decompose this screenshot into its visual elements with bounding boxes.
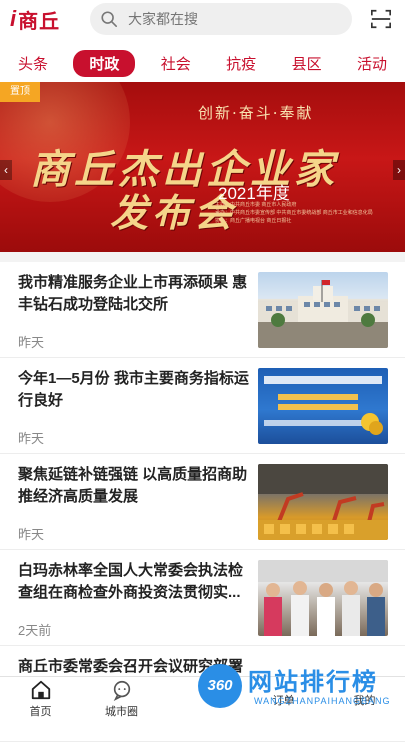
news-title: 我市精准服务企业上市再添硕果 惠丰钻石成功登陆北交所 — [18, 274, 248, 313]
app-logo[interactable]: i 商丘 — [10, 6, 61, 33]
search-icon — [101, 11, 118, 28]
tab-society[interactable]: 社会 — [151, 50, 201, 77]
chevron-right-icon[interactable]: › — [393, 160, 405, 180]
news-title: 今年1—5月份 我市主要商务指标运行良好 — [18, 370, 249, 409]
building-photo — [258, 280, 388, 348]
factory-robot-photo — [258, 464, 388, 540]
blue-report-graphic — [264, 376, 383, 435]
nav-home[interactable]: 首页 — [0, 677, 81, 721]
news-item[interactable]: 今年1—5月份 我市主要商务指标运行良好 昨天 — [0, 358, 405, 454]
scan-icon[interactable] — [370, 8, 392, 30]
home-icon — [31, 680, 50, 700]
tab-events[interactable]: 活动 — [347, 50, 397, 77]
banner-org-line: 承办：中共商丘市委宣传部 中共商丘市委统战部 商丘市工业和信息化局 — [215, 210, 373, 216]
nav-city-circle-label: 城市圈 — [105, 706, 138, 718]
chat-icon — [113, 680, 130, 701]
nav-city-circle[interactable]: 城市圈 — [81, 677, 162, 721]
banner-org-line: 主办：中共商丘市委 商丘市人民政府 — [215, 202, 297, 208]
news-thumbnail — [258, 560, 388, 636]
news-item[interactable]: 聚焦延链补链强链 以高质量招商助推经济高质量发展 昨天 — [0, 454, 405, 550]
inspection-group-photo — [258, 560, 388, 636]
news-time: 昨天 — [18, 527, 45, 542]
news-time: 昨天 — [18, 431, 45, 446]
watermark: 360 网站排行榜 WANGZHANPAIHANGBANG — [198, 660, 405, 716]
tab-headlines[interactable]: 头条 — [8, 50, 58, 77]
banner-org-line: 协办：商丘广播电视台 商丘日报社 — [215, 218, 292, 224]
banner-organizers: 主办：中共商丘市委 商丘市人民政府 承办：中共商丘市委宣传部 中共商丘市委统战部… — [215, 201, 395, 225]
tab-counties[interactable]: 县区 — [282, 50, 332, 77]
news-item[interactable]: 我市精准服务企业上市再添硕果 惠丰钻石成功登陆北交所 昨天 — [0, 262, 405, 358]
tab-anti-epidemic[interactable]: 抗疫 — [216, 50, 266, 77]
pinned-ribbon: 置顶 — [0, 82, 40, 102]
watermark-url: WANGZHANPAIHANGBANG — [254, 696, 391, 706]
search-bar[interactable] — [90, 3, 352, 35]
news-time: 2天前 — [18, 623, 52, 638]
news-title: 聚焦延链补链强链 以高质量招商助推经济高质量发展 — [18, 466, 248, 505]
banner-slogan: 创新·奋斗·奉献 — [198, 104, 314, 122]
category-tabs: 头条 时政 社会 抗疫 县区 活动 — [0, 46, 405, 80]
chevron-left-icon[interactable]: ‹ — [0, 160, 12, 180]
tab-politics[interactable]: 时政 — [73, 49, 136, 77]
logo-text: 商丘 — [18, 10, 61, 33]
banner-carousel[interactable]: 置顶 创新·奋斗·奉献 商丘杰出企业家 发布会 2021年度 主办：中共商丘市委… — [0, 82, 405, 252]
logo-mark: i — [10, 6, 17, 31]
news-item[interactable]: 白玛赤林率全国人大常委会执法检查组在商检查外商投资法贯彻实... 2天前 — [0, 550, 405, 646]
news-thumbnail — [258, 272, 388, 348]
search-input[interactable] — [126, 10, 330, 28]
section-divider — [0, 252, 405, 262]
watermark-text: 网站排行榜 — [248, 669, 378, 696]
news-title: 白玛赤林率全国人大常委会执法检查组在商检查外商投资法贯彻实... — [18, 562, 244, 601]
nav-home-label: 首页 — [29, 706, 52, 718]
watermark-badge: 360 — [198, 664, 242, 708]
news-thumbnail — [258, 368, 388, 444]
top-bar: i 商丘 — [0, 0, 405, 40]
news-thumbnail — [258, 464, 388, 540]
news-time: 昨天 — [18, 335, 45, 350]
